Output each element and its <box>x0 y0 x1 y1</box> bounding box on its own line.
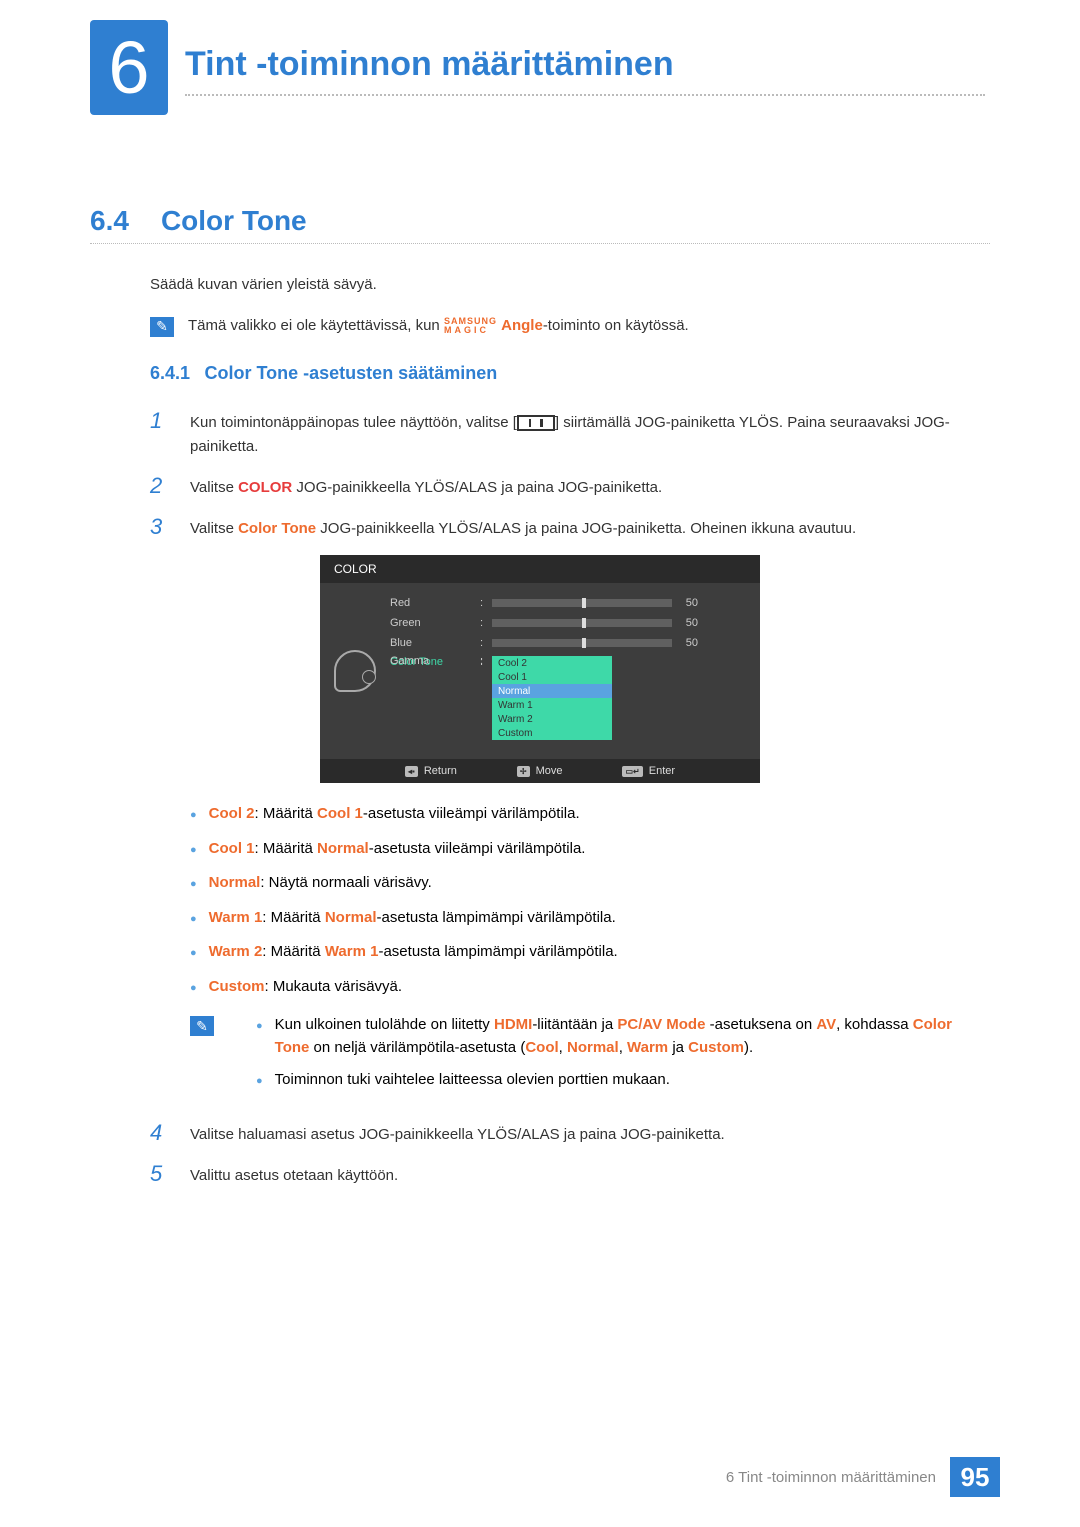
osd-colortone-options: Cool 2 Cool 1 Normal Warm 1 Warm 2 Custo… <box>492 656 612 740</box>
note-icon: ✎ <box>150 317 174 337</box>
subsection-title: Color Tone -asetusten säätäminen <box>205 363 498 383</box>
osd-opt-custom: Custom <box>492 726 612 740</box>
option-descriptions: ●Cool 2: Määritä Cool 1-asetusta viileäm… <box>190 803 990 998</box>
subsection-heading: 6.4.1 Color Tone -asetusten säätäminen <box>150 363 990 384</box>
samsung-magic-brand: SAMSUNG MAGIC <box>444 317 497 333</box>
sub-note: ✎ ● Kun ulkoinen tulolähde on liitetty H… <box>190 1014 990 1102</box>
section-heading: 6.4 Color Tone <box>90 205 990 244</box>
subnote-line-2: ●Toiminnon tuki vaihtelee laitteessa ole… <box>228 1069 990 1092</box>
chapter-title: Tint -toiminnon määrittäminen <box>185 45 985 84</box>
step-3: 3 Valitse Color Tone JOG-painikkeella YL… <box>150 514 990 541</box>
note-icon: ✎ <box>190 1016 214 1036</box>
osd-row-green: Green : 50 <box>390 613 760 633</box>
color-term: COLOR <box>238 479 292 496</box>
footer-breadcrumb: 6 Tint -toiminnon määrittäminen <box>726 1469 936 1486</box>
angle-term: Angle <box>501 317 543 334</box>
step-5: 5 Valittu asetus otetaan käyttöön. <box>150 1161 990 1188</box>
note-block: ✎ Tämä valikko ei ole käytettävissä, kun… <box>150 315 990 338</box>
chapter-number-badge: 6 <box>90 20 168 115</box>
section-title: Color Tone <box>161 205 307 237</box>
bullet-cool1: ●Cool 1: Määritä Normal-asetusta viileäm… <box>190 838 990 861</box>
osd-slider-red <box>492 599 672 607</box>
bullet-cool2: ●Cool 2: Määritä Cool 1-asetusta viileäm… <box>190 803 990 826</box>
bullet-warm2: ●Warm 2: Määritä Warm 1-asetusta lämpimä… <box>190 941 990 964</box>
osd-opt-cool2: Cool 2 <box>492 656 612 670</box>
osd-row-blue: Blue : 50 <box>390 633 760 653</box>
osd-enter: ▭↵Enter <box>622 765 675 777</box>
subsection-number: 6.4.1 <box>150 363 190 383</box>
osd-row-red: Red : 50 <box>390 593 760 613</box>
chapter-title-wrap: Tint -toiminnon määrittäminen <box>185 45 985 96</box>
note-text: Tämä valikko ei ole käytettävissä, kun S… <box>188 315 689 338</box>
intro-paragraph: Säädä kuvan värien yleistä sävyä. <box>150 274 990 297</box>
osd-opt-cool1: Cool 1 <box>492 670 612 684</box>
osd-menu: COLOR Red : 50 Green : 5 <box>320 555 760 783</box>
page-number: 95 <box>950 1457 1000 1497</box>
osd-title: COLOR <box>320 555 760 583</box>
section-number: 6.4 <box>90 205 129 237</box>
step-4: 4 Valitse haluamasi asetus JOG-painikkee… <box>150 1120 990 1147</box>
osd-slider-green <box>492 619 672 627</box>
bullet-custom: ●Custom: Mukauta värisävyä. <box>190 976 990 999</box>
osd-icon-column <box>320 583 390 759</box>
osd-opt-warm2: Warm 2 <box>492 712 612 726</box>
bullet-warm1: ●Warm 1: Määritä Normal-asetusta lämpimä… <box>190 907 990 930</box>
step-1: 1 Kun toimintonäppäinopas tulee näyttöön… <box>150 408 990 459</box>
page-footer: 6 Tint -toiminnon määrittäminen 95 <box>726 1457 1000 1497</box>
osd-slider-blue <box>492 639 672 647</box>
step-list: 1 Kun toimintonäppäinopas tulee näyttöön… <box>150 408 990 541</box>
subnote-line-1: ● Kun ulkoinen tulolähde on liitetty HDM… <box>228 1014 990 1059</box>
menu-icon <box>517 415 555 431</box>
palette-icon <box>334 650 376 692</box>
bullet-normal: ●Normal: Näytä normaali värisävy. <box>190 872 990 895</box>
osd-return: ◂▪Return <box>405 765 457 777</box>
step-list-continued: 4 Valitse haluamasi asetus JOG-painikkee… <box>150 1120 990 1188</box>
osd-move: ✢Move <box>517 765 563 777</box>
step-2: 2 Valitse COLOR JOG-painikkeella YLÖS/AL… <box>150 473 990 500</box>
osd-opt-normal: Normal <box>492 684 612 698</box>
osd-opt-warm1: Warm 1 <box>492 698 612 712</box>
colortone-term: Color Tone <box>238 520 316 537</box>
osd-footer: ◂▪Return ✢Move ▭↵Enter <box>320 759 760 783</box>
